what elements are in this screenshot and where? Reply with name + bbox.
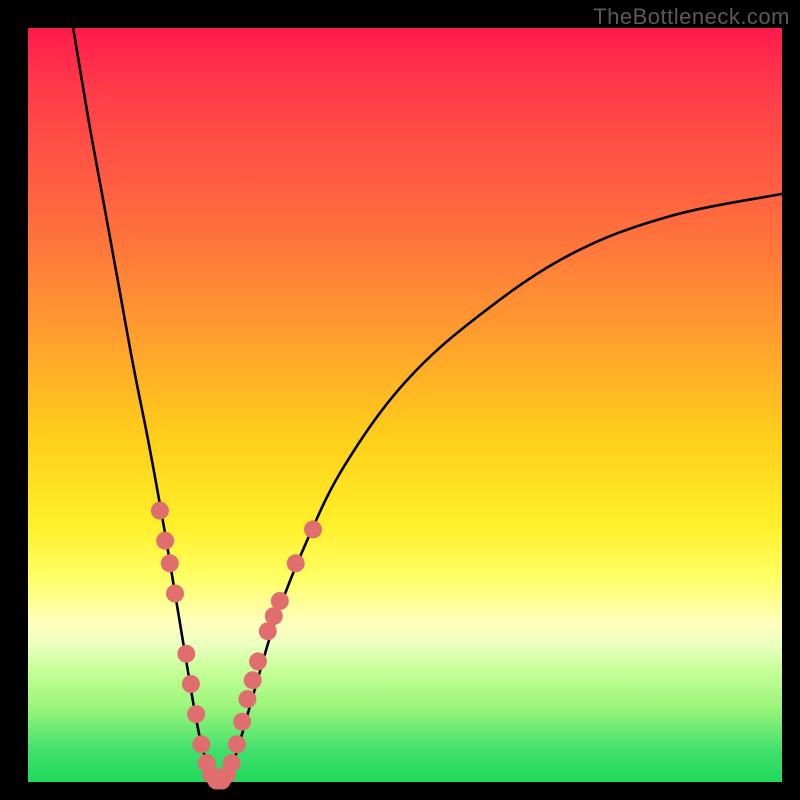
curve-dot: [271, 592, 289, 610]
curve-dot: [233, 713, 251, 731]
curve-dot: [223, 754, 241, 772]
curve-dot: [249, 652, 267, 670]
curve-dot: [192, 735, 210, 753]
outer-frame: TheBottleneck.com: [0, 0, 800, 800]
curve-dot: [156, 532, 174, 550]
curve-dot: [287, 554, 305, 572]
curve-dot: [187, 705, 205, 723]
curve-dot: [151, 502, 169, 520]
curve-dot: [161, 554, 179, 572]
curve-dot: [228, 735, 246, 753]
bottleneck-curve: [73, 28, 782, 784]
watermark-text: TheBottleneck.com: [593, 4, 790, 30]
curve-dots-group: [151, 502, 322, 790]
plot-area: [28, 28, 782, 782]
curve-dot: [238, 690, 256, 708]
curve-dot: [304, 520, 322, 538]
curve-dot: [244, 671, 262, 689]
curve-dot: [182, 675, 200, 693]
chart-svg: [28, 28, 782, 782]
curve-dot: [177, 645, 195, 663]
curve-dot: [166, 585, 184, 603]
